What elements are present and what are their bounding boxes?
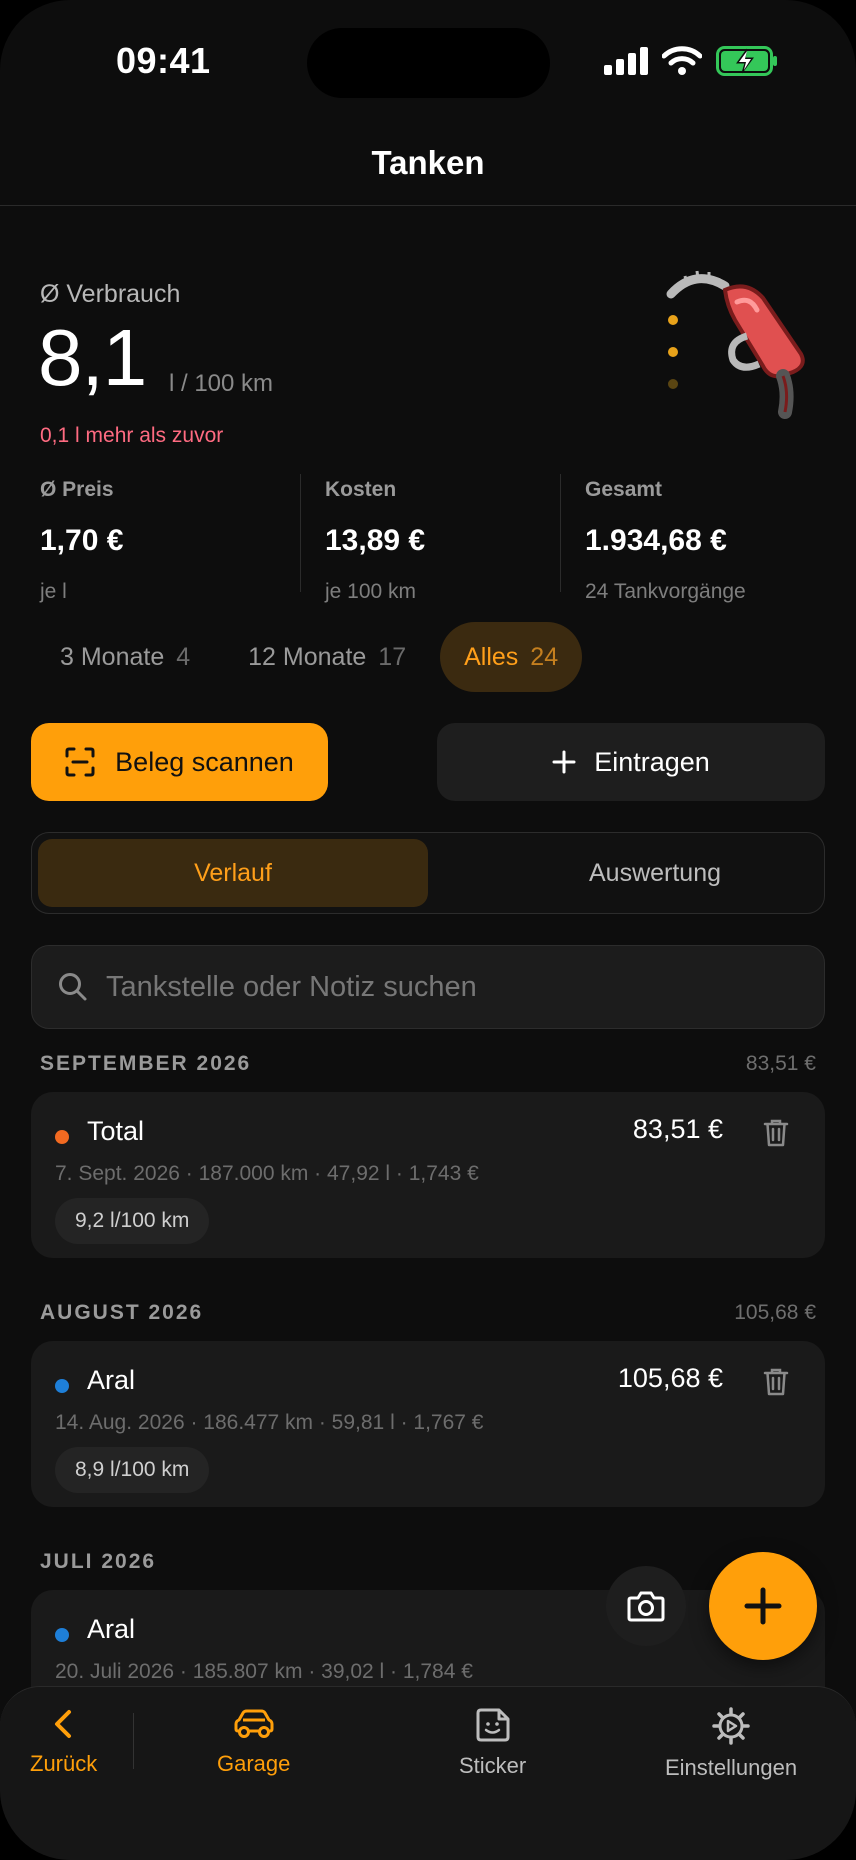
entry-meta: 7. Sept. 2026 · 187.000 km · 47,92 l · 1…: [55, 1162, 479, 1185]
period-label: Alles: [464, 642, 519, 671]
scan-receipt-button[interactable]: Beleg scannen: [31, 723, 328, 801]
station-color-dot: [55, 1628, 69, 1642]
add-fab-button[interactable]: [709, 1552, 817, 1660]
search-bar: [31, 945, 825, 1029]
tab-back[interactable]: Zurück: [30, 1707, 97, 1777]
period-filter: 3 Monate 4 12 Monate 17 Alles 24: [36, 622, 592, 692]
metric-label: Kosten: [325, 478, 397, 501]
metric-sub: je 100 km: [325, 580, 417, 603]
station-name: Total: [87, 1116, 145, 1146]
consumption-chip: 8,9 l/100 km: [55, 1447, 210, 1493]
plus-icon: [552, 750, 576, 774]
fuel-entry-card[interactable]: Aral 105,68 € 14. Aug. 2026 · 186.477 km…: [31, 1341, 825, 1507]
scan-receipt-label: Beleg scannen: [115, 746, 294, 777]
metrics-row: Ø Preis 1,70 € je l Kosten 13,89 € je 10…: [40, 474, 820, 603]
cellular-signal-icon: [604, 47, 648, 75]
nav-header: Tanken: [0, 120, 856, 206]
add-entry-label: Eintragen: [594, 746, 710, 777]
page-title: Tanken: [371, 143, 485, 181]
section-total: 83,51 €: [745, 1052, 816, 1075]
metric-total: Gesamt 1.934,68 € 24 Tankvorgänge: [560, 474, 820, 603]
entry-meta: 14. Aug. 2026 · 186.477 km · 59,81 l · 1…: [55, 1411, 484, 1434]
metric-value: 13,89 €: [325, 524, 426, 557]
camera-button[interactable]: [606, 1566, 686, 1646]
period-count: 17: [378, 642, 407, 671]
consumption-unit: l / 100 km: [169, 370, 274, 397]
plus-icon: [744, 1587, 782, 1625]
period-label: 12 Monate: [248, 642, 367, 671]
section-title: SEPTEMBER 2026: [40, 1052, 252, 1075]
consumption-chip: 9,2 l/100 km: [55, 1198, 210, 1244]
section-header-september: SEPTEMBER 2026 83,51 €: [40, 1052, 816, 1076]
metric-sub: je l: [40, 580, 67, 603]
chevron-left-icon: [54, 1710, 71, 1738]
consumption-value: 8,1: [38, 313, 147, 402]
car-icon: [234, 1709, 274, 1738]
search-input[interactable]: [106, 970, 786, 1004]
status-time: 09:41: [116, 40, 211, 81]
dynamic-island: [307, 28, 550, 98]
station-color-dot: [55, 1130, 69, 1144]
period-3-months[interactable]: 3 Monate 4: [36, 622, 214, 692]
station-name: Aral: [87, 1365, 136, 1395]
phone-screen: 09:41 Tanken Ø Verbrauch 8,1 l / 100 km …: [0, 0, 856, 1860]
period-count: 4: [176, 642, 191, 671]
metric-price: Ø Preis 1,70 € je l: [40, 474, 300, 603]
tab-garage[interactable]: Garage: [217, 1707, 290, 1777]
tab-label: Sticker: [459, 1753, 527, 1778]
fuel-entry-card[interactable]: Total 83,51 € 7. Sept. 2026 · 187.000 km…: [31, 1092, 825, 1258]
status-icons: [604, 46, 778, 76]
station-name: Aral: [87, 1614, 136, 1644]
metric-sub: 24 Tankvorgänge: [585, 580, 746, 603]
period-label: 3 Monate: [60, 642, 165, 671]
period-all[interactable]: Alles 24: [440, 622, 583, 692]
tab-sticker[interactable]: Sticker: [459, 1707, 526, 1779]
camera-icon: [627, 1591, 665, 1622]
metric-cost: Kosten 13,89 € je 100 km: [300, 474, 560, 603]
tab-label: Einstellungen: [665, 1755, 798, 1780]
add-entry-button[interactable]: Eintragen: [437, 723, 825, 801]
tab-analysis[interactable]: Auswertung: [460, 839, 850, 907]
status-bar: 09:41: [0, 0, 856, 120]
trash-icon[interactable]: [763, 1367, 789, 1397]
metric-value: 1.934,68 €: [585, 524, 727, 557]
sticker-icon: [476, 1708, 510, 1742]
search-icon: [59, 973, 87, 1001]
period-count: 24: [530, 642, 559, 671]
station-color-dot: [55, 1379, 69, 1393]
tab-settings[interactable]: Einstellungen: [665, 1707, 797, 1781]
tab-history[interactable]: Verlauf: [38, 839, 428, 907]
consumption-delta: 0,1 l mehr als zuvor: [40, 424, 224, 447]
entry-meta: 20. Juli 2026 · 185.807 km · 39,02 l · 1…: [55, 1660, 473, 1683]
metric-label: Gesamt: [585, 478, 663, 501]
trash-icon[interactable]: [763, 1118, 789, 1148]
section-title: JULI 2026: [40, 1550, 157, 1573]
bottom-tab-bar: Zurück Garage Sticker Einstellungen: [0, 1686, 856, 1860]
section-header-july: JULI 2026: [40, 1550, 816, 1574]
fuel-nozzle-icon: [666, 270, 805, 419]
gear-icon: [712, 1707, 750, 1745]
tab-label: Garage: [217, 1751, 291, 1776]
section-title: AUGUST 2026: [40, 1301, 204, 1324]
wifi-icon: [662, 46, 702, 75]
metric-label: Ø Preis: [40, 478, 114, 501]
section-header-august: AUGUST 2026 105,68 €: [40, 1301, 816, 1325]
consumption-label: Ø Verbrauch: [40, 280, 181, 308]
entry-amount: 83,51 €: [632, 1114, 723, 1144]
tab-divider: [133, 1713, 134, 1769]
view-segment-control: Verlauf Auswertung: [31, 832, 825, 914]
section-total: 105,68 €: [734, 1301, 816, 1324]
scan-icon: [65, 747, 95, 777]
tab-label: Zurück: [30, 1751, 98, 1776]
period-12-months[interactable]: 12 Monate 17: [224, 622, 430, 692]
metric-value: 1,70 €: [40, 524, 124, 557]
battery-charging-icon: [716, 46, 777, 76]
entry-amount: 105,68 €: [617, 1363, 723, 1393]
